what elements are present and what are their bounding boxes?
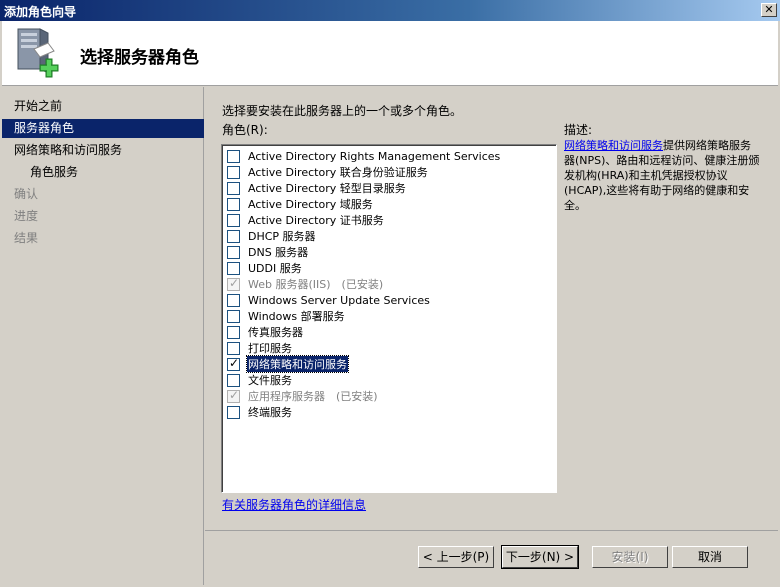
role-checkbox[interactable] [227, 261, 240, 275]
role-checkbox[interactable] [227, 309, 240, 323]
wizard-header: 选择服务器角色 [2, 21, 778, 86]
role-checkbox [227, 388, 240, 403]
role-label: 应用程序服务器 [248, 390, 325, 403]
role-label: 传真服务器 [248, 326, 303, 339]
nav-item-role-services[interactable]: 角色服务 [2, 163, 204, 182]
role-item[interactable]: Active Directory Rights Management Servi… [227, 148, 501, 164]
role-item[interactable]: Active Directory 域服务 [227, 196, 374, 212]
role-item[interactable]: DNS 服务器 [227, 244, 309, 260]
nav-item-results: 结果 [14, 231, 39, 245]
role-label: UDDI 服务 [248, 262, 302, 275]
more-info-link[interactable]: 有关服务器角色的详细信息 [222, 496, 366, 513]
role-checkbox[interactable] [227, 325, 240, 339]
role-checkbox[interactable] [227, 373, 240, 387]
role-label: 文件服务 [248, 374, 292, 387]
role-item[interactable]: 网络策略和访问服务 [227, 355, 349, 373]
nav-item-before-you-begin[interactable]: 开始之前 [2, 97, 204, 116]
role-label: Active Directory 域服务 [248, 198, 373, 211]
installed-status: (已安装) [336, 390, 378, 403]
nav-item-confirmation: 确认 [14, 187, 39, 201]
role-checkbox[interactable] [227, 213, 240, 227]
instruction-text: 选择要安装在此服务器上的一个或多个角色。 [222, 104, 463, 118]
role-item: 应用程序服务器 (已安装) [227, 388, 378, 404]
role-item[interactable]: Windows Server Update Services [227, 292, 431, 308]
role-checkbox[interactable] [227, 356, 240, 371]
role-item[interactable]: Active Directory 轻型目录服务 [227, 180, 407, 196]
wizard-footer: < 上一步(P) 下一步(N) > 安装(I) 取消 [205, 530, 778, 585]
role-item[interactable]: Windows 部署服务 [227, 308, 346, 324]
cancel-button[interactable]: 取消 [672, 546, 748, 568]
role-checkbox [227, 276, 240, 291]
role-item[interactable]: Active Directory 联合身份验证服务 [227, 164, 429, 180]
description-text: 网络策略和访问服务提供网络策略服务器(NPS)、路由和远程访问、健康注册颁发机构… [564, 138, 760, 213]
install-button: 安装(I) [592, 546, 668, 568]
role-item[interactable]: 文件服务 [227, 372, 293, 388]
role-label: Active Directory 联合身份验证服务 [248, 166, 428, 179]
server-add-icon [17, 28, 59, 78]
description-link[interactable]: 网络策略和访问服务 [564, 139, 663, 152]
role-label: Windows Server Update Services [248, 293, 430, 307]
role-checkbox[interactable] [227, 405, 240, 419]
role-checkbox[interactable] [227, 341, 240, 355]
role-label: Active Directory Rights Management Servi… [248, 149, 501, 163]
role-item: Web 服务器(IIS) (已安装) [227, 276, 383, 292]
role-label: DNS 服务器 [248, 246, 309, 259]
role-item[interactable]: 打印服务 [227, 340, 293, 356]
role-label: Active Directory 证书服务 [248, 214, 384, 227]
installed-status: (已安装) [341, 278, 384, 291]
prev-button[interactable]: < 上一步(P) [418, 546, 494, 568]
role-label: 打印服务 [248, 342, 292, 355]
role-label: 网络策略和访问服务 [246, 355, 349, 373]
role-label: 终端服务 [248, 406, 292, 419]
role-item[interactable]: 终端服务 [227, 404, 293, 420]
page-title: 选择服务器角色 [80, 48, 199, 68]
role-item[interactable]: 传真服务器 [227, 324, 304, 340]
role-checkbox[interactable] [227, 197, 240, 211]
roles-list[interactable]: Active Directory Rights Management Servi… [221, 144, 557, 493]
content-pane: 选择要安装在此服务器上的一个或多个角色。 角色(R): Active Direc… [205, 87, 778, 530]
close-button[interactable]: ✕ [761, 3, 777, 17]
role-label: Windows 部署服务 [248, 310, 345, 323]
window-title: 添加角色向导 [4, 5, 77, 19]
nav-item-npas[interactable]: 网络策略和访问服务 [2, 141, 204, 160]
roles-label: 角色(R): [222, 123, 268, 137]
nav-item-progress: 进度 [14, 209, 39, 223]
role-label: Web 服务器(IIS) [248, 278, 331, 291]
role-checkbox[interactable] [227, 165, 240, 179]
role-label: DHCP 服务器 [248, 230, 316, 243]
role-checkbox[interactable] [227, 293, 240, 307]
role-checkbox[interactable] [227, 229, 240, 243]
role-item[interactable]: Active Directory 证书服务 [227, 212, 385, 228]
role-checkbox[interactable] [227, 181, 240, 195]
role-item[interactable]: DHCP 服务器 [227, 228, 317, 244]
role-item[interactable]: UDDI 服务 [227, 260, 303, 276]
role-checkbox[interactable] [227, 245, 240, 259]
description-title: 描述: [564, 123, 593, 137]
nav-item-server-roles[interactable]: 服务器角色 [2, 119, 204, 138]
role-checkbox[interactable] [227, 149, 240, 163]
title-bar: 添加角色向导 ✕ [0, 0, 780, 21]
role-label: Active Directory 轻型目录服务 [248, 182, 406, 195]
next-button[interactable]: 下一步(N) > [501, 545, 579, 569]
wizard-steps-nav: 开始之前 服务器角色 网络策略和访问服务 角色服务 确认 进度 结果 [2, 87, 204, 585]
